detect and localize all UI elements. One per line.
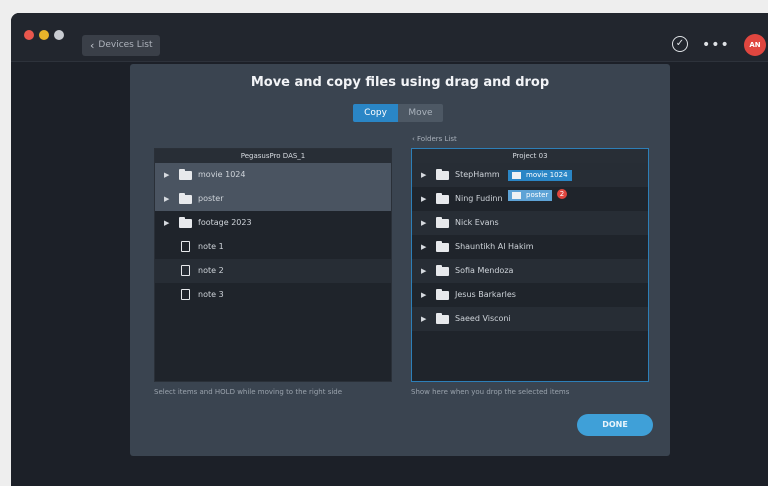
devices-list-back-label: Devices List [98,40,153,50]
expand-arrow-icon[interactable]: ▶ [421,235,426,259]
folder-icon [436,265,449,276]
list-item[interactable]: note 3 [155,283,391,307]
copy-mode-button[interactable]: Copy [353,104,398,122]
list-item[interactable]: note 2 [155,259,391,283]
expand-arrow-icon[interactable]: ▶ [164,163,169,187]
destination-hint: Show here when you drop the selected ite… [411,388,570,396]
more-options-icon[interactable]: ••• [702,36,729,54]
chevron-left-icon: ‹ [90,39,95,52]
folder-icon [436,313,449,324]
source-panel-title: PegasusPro DAS_1 [155,149,391,163]
list-item-label: note 3 [198,290,224,299]
list-item-label: poster [198,194,224,203]
file-icon [181,289,190,300]
drag-item-label: poster [526,191,549,199]
list-item[interactable]: ▶ Shauntikh Al Hakim [412,235,648,259]
drag-count-badge: 2 [557,189,567,199]
app-window: ‹ Devices List ✓ ••• AN Move and copy fi… [11,13,768,486]
minimize-window-button[interactable] [39,30,49,40]
list-item-label: Sofia Mendoza [455,266,514,275]
folders-list-back-label: Folders List [417,135,457,143]
move-copy-dialog: Move and copy files using drag and drop … [130,64,670,456]
expand-arrow-icon[interactable]: ▶ [421,283,426,307]
expand-arrow-icon[interactable]: ▶ [421,259,426,283]
dialog-title: Move and copy files using drag and drop [250,75,550,90]
zoom-window-button[interactable] [54,30,64,40]
list-item[interactable]: ▶ footage 2023 [155,211,391,235]
expand-arrow-icon[interactable]: ▶ [164,187,169,211]
avatar[interactable]: AN [744,34,766,56]
list-item[interactable]: ▶ movie 1024 [155,163,391,187]
folder-icon [436,193,449,204]
check-circle-icon[interactable]: ✓ [672,36,688,52]
list-item-label: movie 1024 [198,170,246,179]
drag-item-label: movie 1024 [526,171,568,179]
list-item-label: Jesus Barkarles [455,290,516,299]
expand-arrow-icon[interactable]: ▶ [421,211,426,235]
list-item[interactable]: ▶ poster [155,187,391,211]
devices-list-back-button[interactable]: ‹ Devices List [82,35,161,56]
folder-icon [436,169,449,180]
folder-icon [436,217,449,228]
file-icon [181,241,190,252]
folder-icon [179,217,192,228]
source-hint: Select items and HOLD while moving to th… [154,388,343,396]
file-icon [181,265,190,276]
list-item-label: Saeed Visconi [455,314,511,323]
folder-icon [512,172,521,179]
folders-list-back-link[interactable]: ‹ Folders List [412,135,457,143]
list-item[interactable]: ▶ Jesus Barkarles [412,283,648,307]
drag-item: movie 1024 [508,170,572,181]
done-button[interactable]: DONE [577,414,653,436]
source-panel: PegasusPro DAS_1 ▶ movie 1024 ▶ poster ▶… [154,148,392,382]
expand-arrow-icon[interactable]: ▶ [164,211,169,235]
list-item-label: footage 2023 [198,218,252,227]
list-item[interactable]: ▶ Nick Evans [412,211,648,235]
folder-icon [436,289,449,300]
folder-icon [179,169,192,180]
list-item-label: note 2 [198,266,224,275]
destination-panel-title: Project 03 [412,149,648,163]
list-item-label: StepHamm [455,170,500,179]
expand-arrow-icon[interactable]: ▶ [421,187,426,211]
list-item[interactable]: note 1 [155,235,391,259]
move-mode-button[interactable]: Move [398,104,443,122]
list-item-label: Ning Fudinn [455,194,503,203]
mode-toggle: Copy Move [353,104,443,122]
expand-arrow-icon[interactable]: ▶ [421,163,426,187]
list-item[interactable]: ▶ Sofia Mendoza [412,259,648,283]
list-item-label: note 1 [198,242,224,251]
folder-icon [179,193,192,204]
list-item-label: Shauntikh Al Hakim [455,242,534,251]
close-window-button[interactable] [24,30,34,40]
expand-arrow-icon[interactable]: ▶ [421,307,426,331]
folder-icon [512,192,521,199]
list-item-label: Nick Evans [455,218,499,227]
title-bar: ‹ Devices List ✓ ••• AN [11,13,768,62]
drag-item: poster [508,190,553,201]
list-item[interactable]: ▶ Saeed Visconi [412,307,648,331]
folder-icon [436,241,449,252]
